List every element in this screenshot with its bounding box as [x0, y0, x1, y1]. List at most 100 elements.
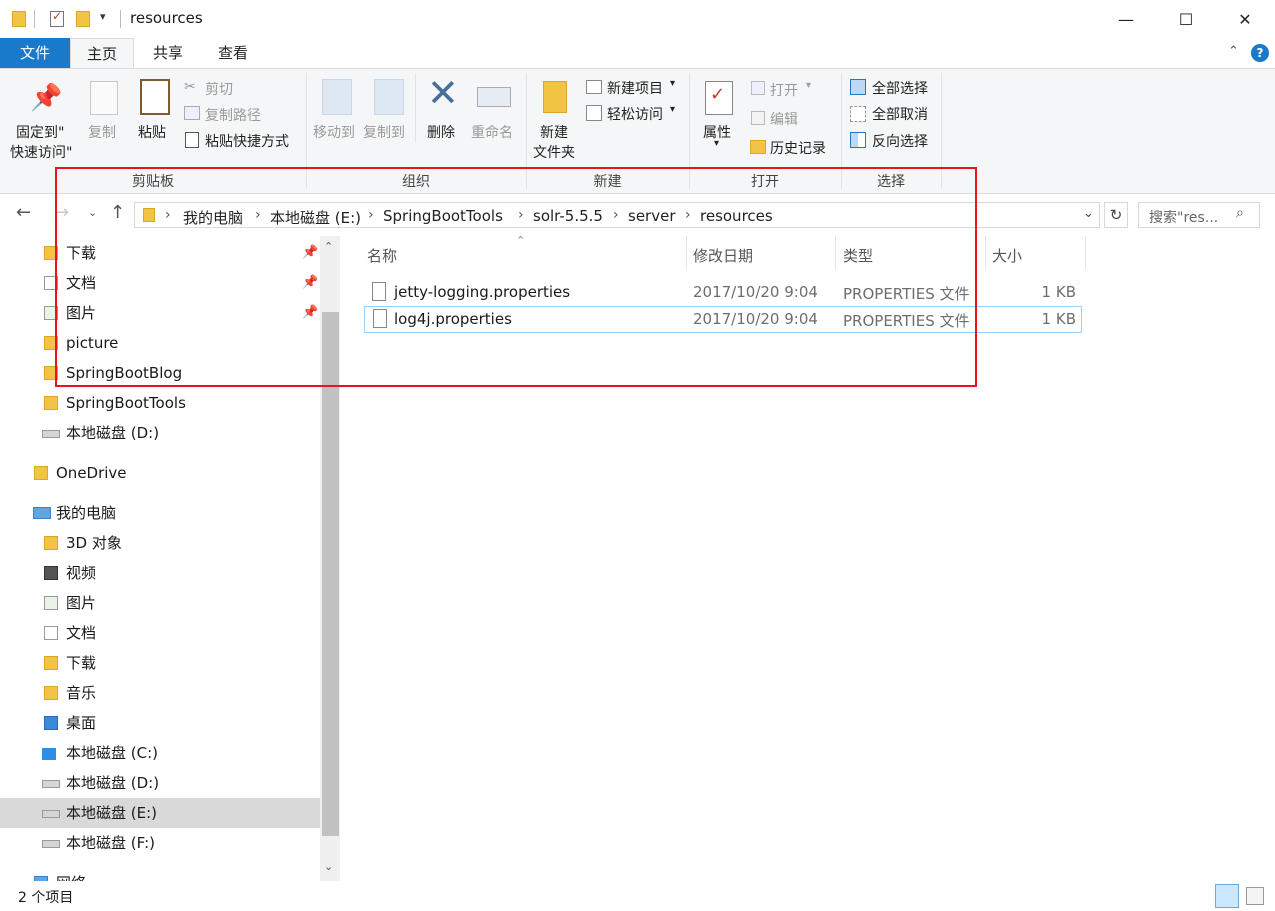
nav-item-downloads[interactable]: 下载: [0, 648, 320, 678]
paste-button[interactable]: 粘贴: [138, 122, 166, 142]
window-title: resources: [130, 9, 203, 27]
copy-path-button[interactable]: 复制路径: [205, 105, 261, 125]
chevron-down-icon: ▾: [670, 78, 676, 89]
edit-button[interactable]: 编辑: [770, 109, 798, 129]
chevron-down-icon: ▾: [670, 104, 676, 115]
address-dropdown-icon[interactable]: ⌄: [1083, 206, 1094, 221]
nav-item-label: 桌面: [66, 714, 97, 732]
file-size: 1 KB: [1041, 283, 1076, 301]
divider[interactable]: [1085, 236, 1086, 270]
chevron-down-icon: ▾: [806, 80, 812, 91]
nav-item-3d-objects[interactable]: 3D 对象: [0, 528, 320, 558]
divider[interactable]: [985, 236, 986, 270]
nav-item-label: 本地磁盘 (E:): [66, 804, 158, 822]
nav-item-label: 网络: [56, 868, 86, 881]
select-all-button[interactable]: 全部选择: [872, 78, 928, 98]
new-folder-label-2[interactable]: 文件夹: [533, 142, 575, 162]
easy-access-button[interactable]: 轻松访问: [607, 104, 663, 124]
move-to-icon: [322, 79, 352, 115]
easy-access-icon: [586, 105, 602, 121]
copy-to-button[interactable]: 复制到: [363, 122, 405, 142]
paste-icon: [140, 79, 170, 115]
refresh-icon[interactable]: ↻: [1104, 202, 1128, 228]
paste-shortcut-icon: [185, 132, 199, 148]
new-folder-label-1[interactable]: 新建: [540, 122, 568, 142]
invert-selection-icon: [850, 132, 866, 148]
move-to-button[interactable]: 移动到: [313, 122, 355, 142]
folder-icon: [44, 396, 58, 410]
divider: [34, 10, 35, 28]
annotation-highlight-box: [55, 167, 977, 387]
pin-quick-access-label-1[interactable]: 固定到": [16, 122, 64, 142]
details-view-icon[interactable]: [1215, 884, 1239, 908]
close-button[interactable]: ✕: [1215, 0, 1275, 38]
tab-home[interactable]: 主页: [70, 38, 134, 68]
nav-item-drive-d[interactable]: 本地磁盘 (D:): [0, 768, 320, 798]
nav-item-videos[interactable]: 视频: [0, 558, 320, 588]
nav-item-label: 我的电脑: [56, 504, 117, 522]
back-arrow-icon[interactable]: ←: [16, 202, 31, 223]
ribbon-tab-bar: 文件 主页 共享 查看 ⌃ ?: [0, 38, 1275, 68]
large-icons-view-icon[interactable]: [1246, 887, 1264, 905]
column-header-size[interactable]: 大小: [992, 245, 1022, 266]
invert-selection-button[interactable]: 反向选择: [872, 131, 928, 151]
tab-view[interactable]: 查看: [200, 38, 266, 68]
delete-button[interactable]: 删除: [427, 122, 455, 142]
nav-item-drive-d-quick[interactable]: 本地磁盘 (D:): [0, 418, 320, 448]
download-folder-icon: [44, 656, 58, 670]
tab-share[interactable]: 共享: [136, 38, 200, 68]
pin-quick-access-label-2[interactable]: 快速访问": [10, 142, 72, 162]
nav-item-desktop[interactable]: 桌面: [0, 708, 320, 738]
copy-icon: [90, 81, 118, 115]
nav-item-label: 图片: [66, 594, 97, 612]
minimize-button[interactable]: —: [1096, 0, 1156, 38]
customize-quick-access-icon[interactable]: ▾: [100, 10, 106, 23]
nav-item-music[interactable]: 音乐: [0, 678, 320, 708]
nav-item-springboottools[interactable]: SpringBootTools: [0, 388, 320, 418]
cut-button[interactable]: 剪切: [205, 79, 233, 99]
nav-item-my-computer[interactable]: 我的电脑: [0, 498, 320, 528]
properties-icon[interactable]: ✓: [50, 9, 64, 27]
nav-item-drive-e[interactable]: 本地磁盘 (E:): [0, 798, 320, 828]
open-button[interactable]: 打开: [770, 80, 798, 100]
open-icon: [751, 81, 765, 95]
3d-objects-icon: [44, 536, 58, 550]
pictures-icon: [44, 596, 58, 610]
nav-item-drive-c[interactable]: 本地磁盘 (C:): [0, 738, 320, 768]
nav-item-label: 文档: [66, 624, 97, 642]
nav-item-network[interactable]: 网络: [0, 868, 320, 881]
rename-button[interactable]: 重命名: [471, 122, 513, 142]
drive-icon: [42, 810, 60, 818]
rename-icon: [477, 87, 511, 107]
delete-icon: ✕: [427, 71, 459, 115]
nav-item-documents[interactable]: 文档: [0, 618, 320, 648]
nav-item-onedrive[interactable]: OneDrive: [0, 458, 320, 488]
new-item-button[interactable]: 新建项目: [607, 78, 663, 98]
scroll-down-icon[interactable]: ⌄: [324, 860, 333, 873]
paste-shortcut-button[interactable]: 粘贴快捷方式: [205, 131, 289, 151]
pin-icon: 📌: [30, 83, 63, 113]
file-size: 1 KB: [1041, 310, 1076, 328]
collapse-ribbon-icon[interactable]: ⌃: [1228, 44, 1239, 59]
select-none-button[interactable]: 全部取消: [872, 104, 928, 124]
nav-item-pictures[interactable]: 图片: [0, 588, 320, 618]
nav-item-label: OneDrive: [56, 464, 127, 482]
nav-item-label: 3D 对象: [66, 534, 122, 552]
copy-to-icon: [374, 79, 404, 115]
divider: [120, 10, 121, 28]
nav-scrollbar-thumb[interactable]: [322, 312, 339, 836]
nav-item-drive-f[interactable]: 本地磁盘 (F:): [0, 828, 320, 858]
nav-item-label: 下载: [66, 654, 97, 672]
desktop-icon: [44, 716, 58, 730]
search-icon[interactable]: ⌕: [1236, 205, 1244, 221]
edit-icon: [751, 111, 765, 125]
copy-path-icon: [184, 106, 200, 120]
new-folder-icon[interactable]: [76, 11, 90, 27]
help-icon[interactable]: ?: [1251, 44, 1269, 62]
copy-button[interactable]: 复制: [88, 122, 116, 142]
status-bar: 2 个项目: [0, 881, 1275, 911]
maximize-button[interactable]: ☐: [1156, 0, 1216, 38]
nav-item-label: SpringBootTools: [66, 394, 186, 412]
tab-file[interactable]: 文件: [0, 38, 70, 68]
history-button[interactable]: 历史记录: [770, 138, 826, 158]
